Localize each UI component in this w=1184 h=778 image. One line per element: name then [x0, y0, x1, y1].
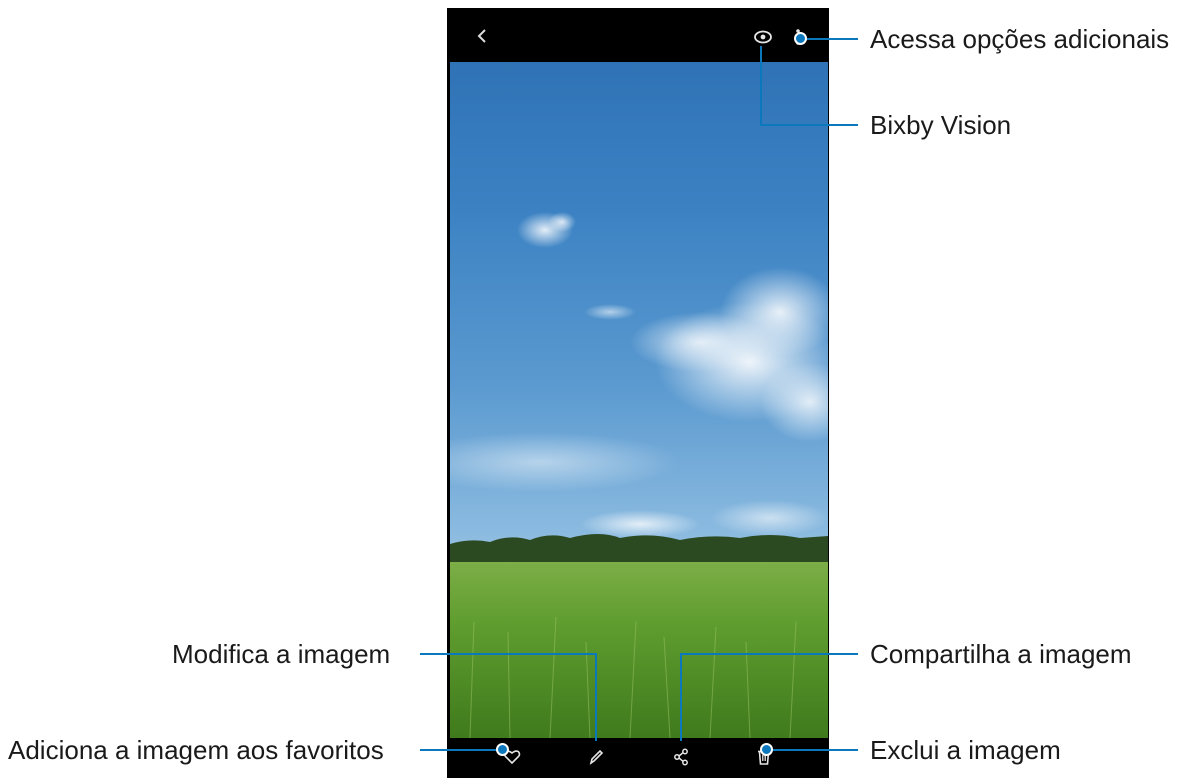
landscape-photo: [450, 212, 828, 738]
leader-share-horizontal: [680, 653, 858, 655]
pencil-icon[interactable]: [588, 748, 604, 766]
photo-view[interactable]: [450, 62, 828, 738]
callout-share: Compartilha a imagem: [870, 639, 1132, 669]
leader-bixby-vertical: [760, 46, 762, 125]
leader-dot-more-options: [794, 32, 807, 45]
top-toolbar: [447, 8, 829, 62]
callout-favorite: Adiciona a imagem aos favoritos: [8, 735, 384, 765]
callout-edit: Modifica a imagem: [172, 639, 391, 669]
leader-edit-horizontal: [420, 653, 596, 655]
callout-bixby-vision: Bixby Vision: [870, 110, 1012, 140]
leader-edit-vertical: [595, 653, 597, 741]
share-icon[interactable]: [673, 748, 689, 766]
callout-delete: Exclui a imagem: [870, 735, 1061, 765]
leader-share-vertical: [680, 653, 682, 741]
leader-favorite: [420, 749, 502, 751]
leader-bixby-horizontal: [760, 124, 858, 126]
callout-more-options: Acessa opções adicionais: [870, 24, 1170, 54]
leader-more-options: [800, 38, 858, 40]
leader-dot-favorite: [496, 743, 509, 756]
chevron-left-icon[interactable]: [475, 28, 489, 44]
eye-icon[interactable]: [754, 30, 772, 44]
leader-dot-delete: [760, 743, 773, 756]
leader-delete: [766, 749, 858, 751]
